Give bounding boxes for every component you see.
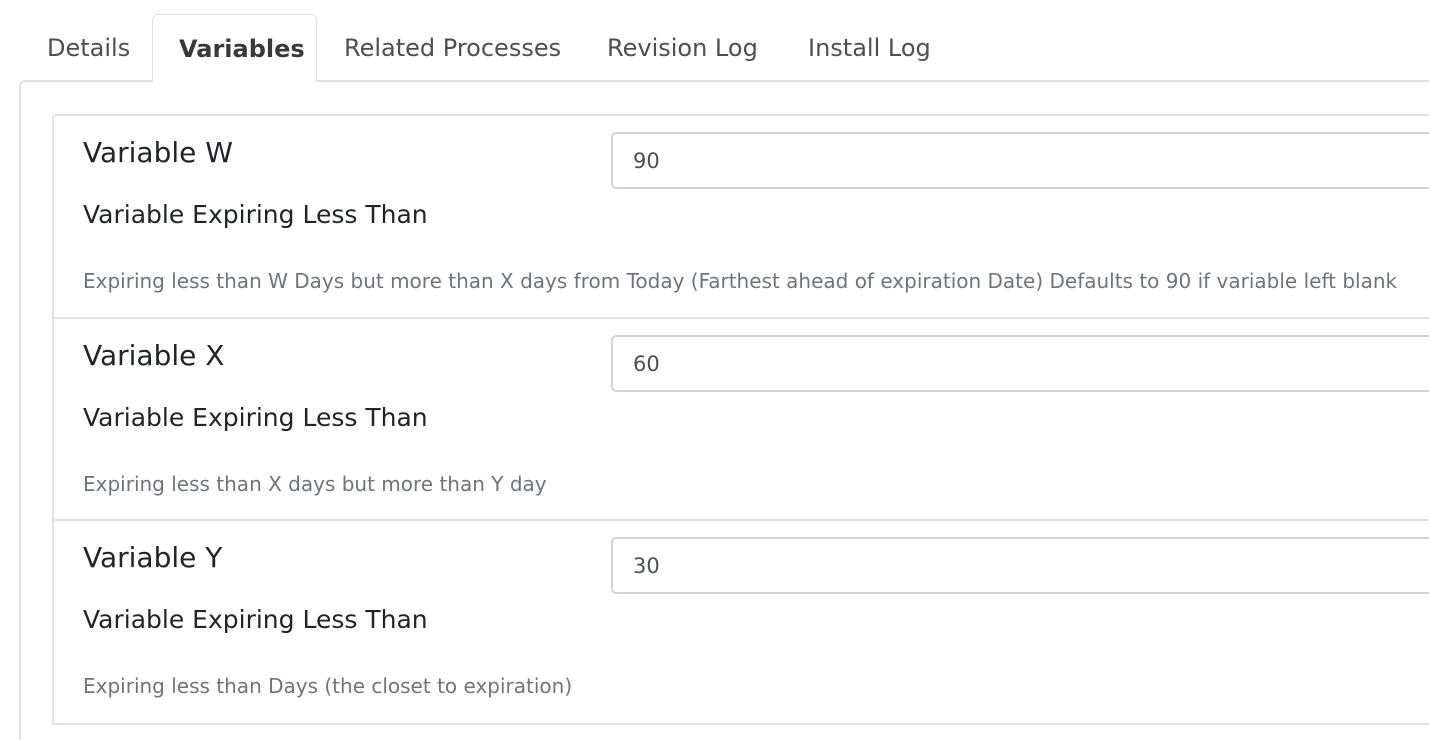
variable-label: Variable Expiring Less Than bbox=[83, 605, 428, 634]
tab-variables[interactable]: Variables bbox=[152, 14, 317, 82]
tab-details[interactable]: Details bbox=[20, 14, 152, 80]
variable-name: Variable X bbox=[83, 339, 225, 372]
variable-description: Expiring less than Days (the closet to e… bbox=[83, 674, 573, 698]
tab-bar: Details Variables Related Processes Revi… bbox=[20, 14, 954, 82]
variable-list: Variable W Variable Expiring Less Than E… bbox=[52, 114, 1429, 725]
tab-revision-log[interactable]: Revision Log bbox=[580, 14, 781, 80]
variable-label: Variable Expiring Less Than bbox=[83, 403, 428, 432]
variable-y-input[interactable] bbox=[611, 537, 1429, 594]
variable-w-input[interactable] bbox=[611, 132, 1429, 189]
tab-related-processes[interactable]: Related Processes bbox=[317, 14, 580, 80]
tab-install-log[interactable]: Install Log bbox=[781, 14, 954, 80]
variable-x-input[interactable] bbox=[611, 335, 1429, 392]
variable-item-y: Variable Y Variable Expiring Less Than E… bbox=[52, 519, 1429, 725]
variable-name: Variable Y bbox=[83, 541, 223, 574]
variable-item-x: Variable X Variable Expiring Less Than E… bbox=[52, 317, 1429, 519]
variable-label: Variable Expiring Less Than bbox=[83, 200, 428, 229]
variable-item-w: Variable W Variable Expiring Less Than E… bbox=[52, 114, 1429, 317]
variable-description: Expiring less than X days but more than … bbox=[83, 472, 547, 496]
variable-description: Expiring less than W Days but more than … bbox=[83, 269, 1398, 293]
variable-name: Variable W bbox=[83, 136, 233, 169]
